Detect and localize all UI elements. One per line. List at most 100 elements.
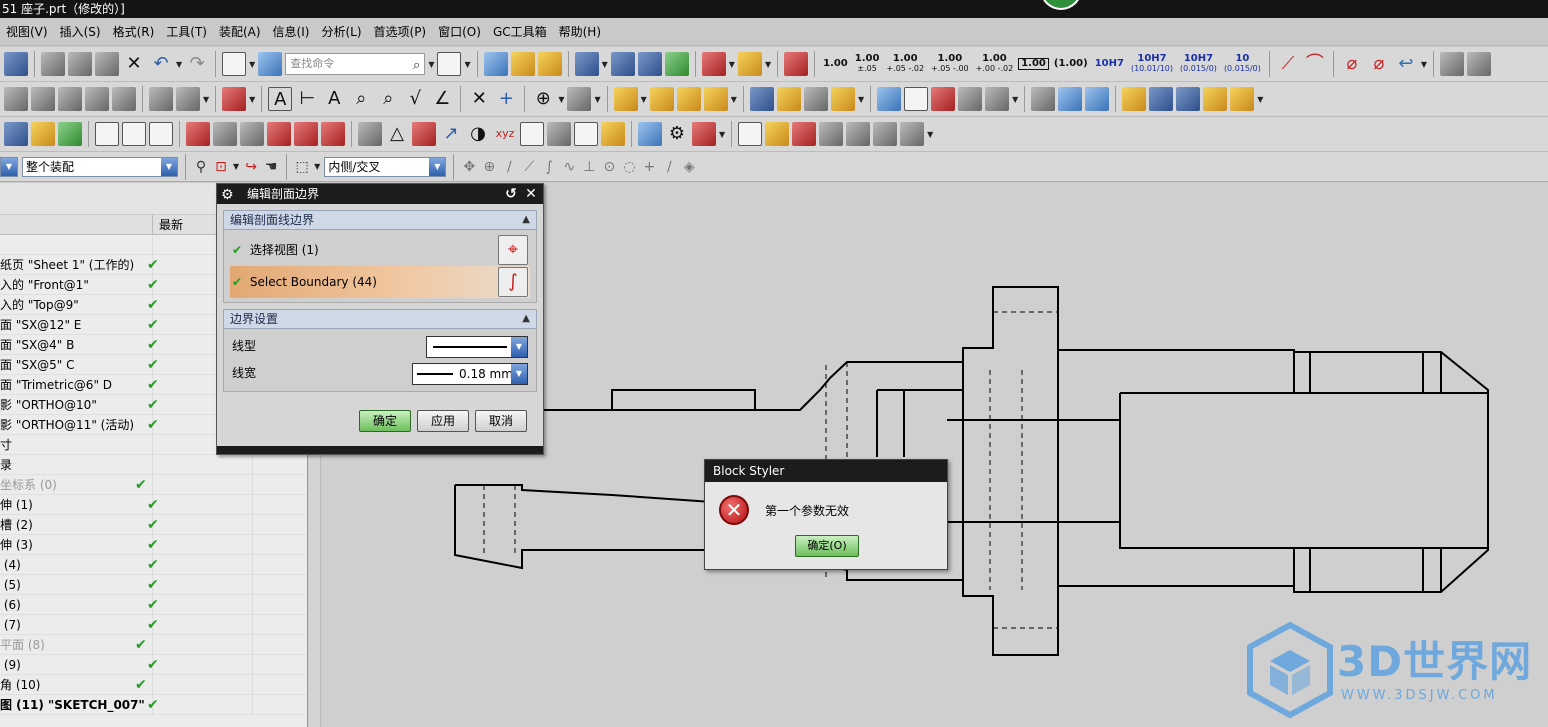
target-icon[interactable]: ◑ (466, 122, 490, 146)
arrow-dim-icon[interactable] (294, 122, 318, 146)
box-icon[interactable] (830, 87, 855, 111)
box-dropdown-icon[interactable]: ▼ (858, 95, 864, 104)
menu-gc-toolbox[interactable]: GC工具箱 (487, 23, 553, 40)
zoom-alt-icon[interactable]: ⌕ (376, 87, 400, 111)
select-box-dropdown-icon[interactable]: ▼ (233, 162, 239, 171)
fit-tolerance-icon[interactable] (240, 122, 264, 146)
redo-icon[interactable]: ↷ (185, 52, 209, 76)
grid-icon[interactable] (985, 87, 1010, 111)
ruler-icon[interactable] (737, 52, 762, 76)
stack-icon[interactable] (1058, 87, 1083, 111)
gear-icon[interactable]: ⚙ (221, 185, 234, 205)
point-on-curve-icon[interactable] (664, 52, 689, 76)
fit-view-icon[interactable] (437, 52, 462, 76)
snap-point-icon[interactable] (574, 52, 599, 76)
collapse-icon[interactable]: ▲ (522, 211, 530, 229)
list-item[interactable]: 孔 (6)✔ (0, 595, 307, 615)
snap-mid-icon[interactable]: ⊥ (581, 159, 597, 175)
menu-tools[interactable]: 工具(T) (160, 23, 213, 40)
layer-icon[interactable] (483, 52, 508, 76)
rect-dropdown-icon[interactable]: ▼ (314, 162, 320, 171)
ok-button[interactable]: 确定 (359, 410, 411, 432)
radius-icon[interactable]: ⌒ (1303, 52, 1327, 76)
hand-icon[interactable]: ☚ (263, 159, 279, 175)
menu-info[interactable]: 信息(I) (267, 23, 316, 40)
abc-icon[interactable] (1230, 87, 1255, 111)
frame-icon[interactable] (95, 122, 119, 146)
part-icon[interactable] (1440, 52, 1465, 76)
select-view-row[interactable]: ✔ 选择视图 (1) ⌖ (230, 234, 530, 266)
id-symbol-icon[interactable] (931, 87, 956, 111)
snap-bounded-icon[interactable]: ◈ (681, 159, 697, 175)
shape-alt-icon[interactable] (846, 122, 871, 146)
line-type-select[interactable]: ▼ (426, 336, 528, 358)
select-more-icon[interactable]: ↪ (243, 159, 259, 175)
error-ok-button[interactable]: 确定(O) (795, 535, 859, 557)
undo-icon[interactable]: ↶ (149, 52, 173, 76)
shape-icon[interactable] (819, 122, 844, 146)
section-header-boundary[interactable]: 编辑剖面线边界 ▲ (223, 210, 537, 230)
list-item[interactable]: 基准坐标系 (0)✔ (0, 475, 307, 495)
doc-settings-icon[interactable] (638, 122, 662, 146)
select-boundary-row[interactable]: ✔ Select Boundary (44) ∫ (230, 266, 530, 298)
hatch-icon[interactable] (31, 87, 55, 111)
tolerance-basic[interactable]: 1.00 (1018, 58, 1049, 70)
sketch-icon[interactable] (613, 87, 638, 111)
cross-icon[interactable]: ✕ (467, 87, 491, 111)
star-icon[interactable] (765, 122, 790, 146)
solid-icon[interactable] (1203, 87, 1228, 111)
glasses-icon[interactable] (213, 122, 237, 146)
list-icon[interactable] (1085, 87, 1110, 111)
weld-dropdown-icon[interactable]: ▼ (719, 130, 725, 139)
close-icon[interactable]: ✕ (521, 184, 541, 204)
menu-assembly[interactable]: 装配(A) (213, 23, 267, 40)
cancel-button[interactable]: 取消 (475, 410, 527, 432)
select-tool-icon[interactable]: ⚲ (193, 159, 209, 175)
brush-icon[interactable] (601, 122, 625, 146)
return-frame-icon[interactable] (149, 122, 173, 146)
abc-dim-icon[interactable] (321, 122, 345, 146)
shape-flat-icon[interactable] (873, 122, 898, 146)
list-item[interactable]: 孔 (9)✔ (0, 655, 307, 675)
menu-preferences[interactable]: 首选项(P) (368, 23, 433, 40)
assembly-filter-select[interactable]: 整个装配 ▼ (22, 156, 178, 177)
tolerance-bilateral[interactable]: 1.00 +.05 -.02 (884, 54, 926, 74)
list-item[interactable]: 孔 (7)✔ (0, 615, 307, 635)
snap-line-icon[interactable]: ∕ (501, 159, 517, 175)
grid-dropdown-icon[interactable]: ▼ (1012, 95, 1018, 104)
menu-analysis[interactable]: 分析(L) (315, 23, 367, 40)
frame-alt-icon[interactable] (122, 122, 146, 146)
check-icon[interactable]: √ (403, 87, 427, 111)
search-dropdown-icon[interactable]: ▼ (428, 60, 434, 69)
list-item[interactable]: 倒斜角 (10)✔ (0, 675, 307, 695)
shape-arrow-icon[interactable] (900, 122, 925, 146)
annotation-icon[interactable] (222, 87, 247, 111)
snap-curve-icon[interactable]: ∫ (541, 159, 557, 175)
sketch-dropdown-icon[interactable]: ▼ (641, 95, 647, 104)
radius-dimension-icon[interactable]: ⟋ (1276, 52, 1300, 76)
section-icon[interactable] (58, 87, 82, 111)
tolerance-fit-deviation[interactable]: 10H7 (0.015/0) (1178, 54, 1219, 74)
collapse-icon[interactable]: ▲ (522, 310, 530, 328)
section-header-settings[interactable]: 边界设置 ▲ (223, 309, 537, 329)
tolerance-symmetric[interactable]: 1.00 ±.05 (853, 54, 882, 74)
edit-object-icon[interactable] (510, 52, 535, 76)
abc-block-icon[interactable] (31, 122, 55, 146)
zoom-icon[interactable]: ⌕ (349, 87, 373, 111)
point-set-icon[interactable] (637, 52, 662, 76)
spline-icon[interactable] (676, 87, 701, 111)
error-title[interactable]: Block Styler (705, 460, 947, 482)
snap-center-icon[interactable]: ⊙ (601, 159, 617, 175)
xyz-icon[interactable]: xyz (493, 122, 517, 146)
window-dropdown-icon[interactable]: ▼ (249, 60, 255, 69)
tag-icon[interactable] (1122, 87, 1147, 111)
coordinate-icon[interactable] (58, 122, 82, 146)
center-dropdown-icon[interactable]: ▼ (558, 95, 564, 104)
line-width-select[interactable]: 0.18 mm ▼ (412, 363, 528, 385)
table-grid-icon[interactable] (358, 122, 382, 146)
select-box-icon[interactable]: ⊡ (213, 159, 229, 175)
tolerance-upper[interactable]: 1.00 +.05 -.00 (929, 54, 971, 74)
delete-icon[interactable]: ✕ (122, 52, 146, 76)
list-item[interactable]: 孔 (5)✔ (0, 575, 307, 595)
dimension-icon[interactable] (701, 52, 726, 76)
